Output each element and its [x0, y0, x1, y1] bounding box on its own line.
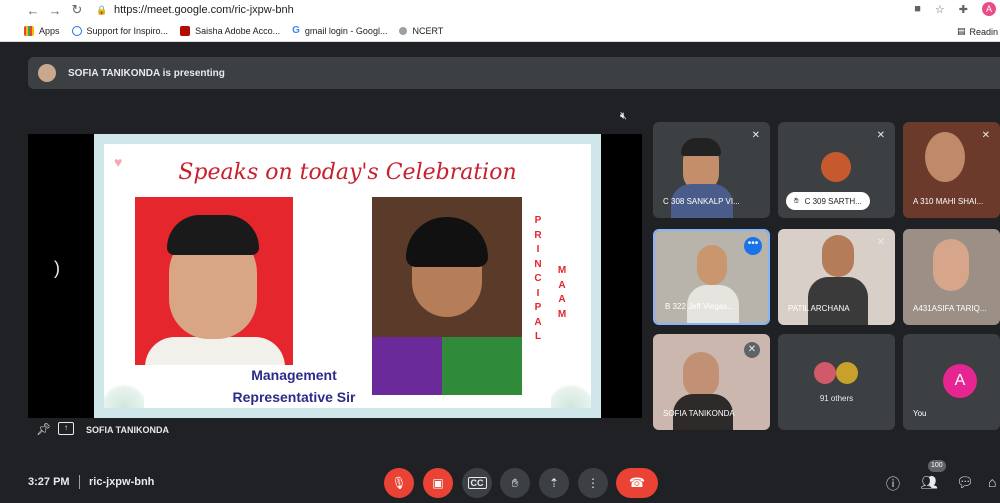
stage-handle: ) [54, 258, 60, 278]
captions-icon: CC [467, 477, 487, 489]
muted-mic-icon: ✕ [876, 130, 885, 141]
self-avatar: A [943, 364, 977, 398]
url-text: https://meet.google.com/ric-jxpw-bnh [114, 4, 294, 16]
slide-title: Speaks on today's Celebration [178, 160, 517, 185]
presenting-text: SOFIA TANIKONDA is presenting [68, 67, 225, 79]
muted-mic-icon: ✕ [751, 130, 760, 141]
adobe-icon [180, 25, 191, 36]
muted-mic-icon: ✕ [876, 237, 885, 248]
vertical-dots-icon: ⋮ [587, 476, 599, 490]
participant-name: C 308 SANKALP VI... [663, 197, 740, 206]
hand-icon: ✋︎ [794, 196, 799, 205]
presenter-label: SOFIA TANIKONDA [86, 425, 169, 435]
participant-tile[interactable]: ✕ PATIL ARCHANA [778, 229, 895, 325]
star-icon[interactable]: ☆ [935, 3, 945, 16]
google-g-icon: G [292, 25, 300, 36]
participant-avatar [814, 362, 836, 384]
pin-icon[interactable]: 📌︎ [36, 422, 51, 436]
browser-toolbar: ← → ↻ 🔒 https://meet.google.com/ric-jxpw… [0, 0, 1000, 20]
muted-mic-icon: ✕ [744, 342, 760, 358]
meeting-code: ric-jxpw-bnh [89, 476, 155, 488]
mic-off-button[interactable]: 🎙︎ [384, 468, 414, 498]
bookmarks-bar: Apps Support for Inspiro... Saisha Adobe… [0, 20, 1000, 42]
divider [79, 475, 80, 489]
muted-mic-icon: ✕ [981, 130, 990, 141]
leave-call-button[interactable]: ☎︎ [616, 468, 658, 498]
support-icon [71, 25, 82, 36]
self-name: You [913, 409, 927, 418]
meeting-time: 3:27 PM [28, 476, 70, 488]
back-arrow-icon[interactable]: ← [22, 3, 44, 18]
address-bar[interactable]: 🔒 https://meet.google.com/ric-jxpw-bnh [96, 1, 896, 19]
info-icon[interactable]: ⓘ [886, 474, 900, 494]
present-screen-icon[interactable]: ↑ [58, 422, 74, 435]
bookmark-adobe[interactable]: Saisha Adobe Acco... [180, 25, 280, 36]
presenting-banner: SOFIA TANIKONDA is presenting [28, 57, 1000, 89]
forward-arrow-icon[interactable]: → [44, 3, 66, 18]
others-count: 91 others [819, 394, 854, 403]
participant-tile[interactable]: ✕ ✋︎ C 309 SARTH... [778, 122, 895, 218]
activities-icon[interactable]: ⌂ [988, 474, 996, 490]
profile-avatar[interactable]: A [982, 2, 996, 16]
slide-caption: Management Representative Sir [232, 367, 356, 405]
camera-off-button[interactable]: ▣ [423, 468, 453, 498]
phone-hangup-icon: ☎︎ [628, 475, 646, 490]
raise-hand-button[interactable]: ✋︎ [500, 468, 530, 498]
participant-tile[interactable]: ✕ A 310 MAHI SHAI... [903, 122, 1000, 218]
extensions-icon[interactable]: ✚ [959, 3, 968, 16]
self-tile[interactable]: A You [903, 334, 1000, 430]
participant-avatar [836, 362, 858, 384]
decorative-leaf [551, 380, 591, 408]
bookmark-gmail[interactable]: G gmail login - Googl... [292, 25, 387, 36]
more-options-button[interactable]: ⋮ [578, 468, 608, 498]
people-count-badge: 100 [928, 460, 946, 472]
hand-icon: ✋︎ [511, 475, 519, 490]
people-icon[interactable]: 👥︎ [920, 474, 938, 491]
participant-tile[interactable]: ✕ C 308 SANKALP VI... [653, 122, 770, 218]
others-tile[interactable]: 91 others [778, 334, 895, 430]
participant-name: A431ASIFA TARIQ... [913, 304, 987, 313]
vertical-text-maam: MAAM [557, 265, 567, 320]
present-now-button[interactable]: ⇡ [539, 468, 569, 498]
reading-list[interactable]: ▤ Readin [957, 26, 998, 37]
bookmark-support[interactable]: Support for Inspiro... [71, 25, 168, 36]
participant-name: PATIL ARCHANA [788, 304, 850, 313]
participant-tile[interactable]: ✕ SOFIA TANIKONDA [653, 334, 770, 430]
camera-icon[interactable]: ■ [914, 3, 921, 15]
participant-tile-selected[interactable]: ••• B 322 Jeff Viegas... [653, 229, 770, 325]
presenter-avatar [38, 64, 56, 82]
more-options-icon[interactable]: ••• [744, 237, 762, 255]
reading-list-icon: ▤ [956, 26, 966, 36]
participant-name-pill: ✋︎ C 309 SARTH... [786, 192, 870, 210]
bookmark-apps[interactable]: Apps [24, 25, 60, 36]
globe-icon [399, 26, 408, 35]
participant-name: SOFIA TANIKONDA [663, 409, 735, 418]
bookmark-ncert[interactable]: NCERT [399, 26, 443, 36]
participant-avatar [821, 152, 851, 182]
present-icon: ⇡ [548, 476, 560, 490]
lock-icon: 🔒 [96, 5, 108, 15]
decorative-leaf [104, 380, 144, 408]
participant-name: A 310 MAHI SHAI... [913, 197, 984, 206]
principal-photo [372, 197, 522, 395]
reload-icon[interactable]: ↻ [66, 2, 88, 18]
shared-slide: ♥ Speaks on today's Celebration Manageme… [94, 134, 601, 418]
meeting-controls-bar: 3:27 PM ric-jxpw-bnh 🎙︎ ▣ CC ✋︎ ⇡ ⋮ ☎︎ ⓘ… [0, 458, 1000, 503]
management-photo [135, 197, 293, 365]
participant-tile[interactable]: A431ASIFA TARIQ... [903, 229, 1000, 325]
chat-icon[interactable]: 💬︎ [956, 474, 974, 491]
captions-button[interactable]: CC [462, 468, 492, 498]
presentation-stage: ) ♥ Speaks on today's Celebration Manage… [28, 134, 642, 418]
participant-name: B 322 Jeff Viegas... [665, 302, 735, 311]
muted-mic-icon: 🔇︎ [620, 110, 627, 122]
apps-grid-icon [24, 25, 34, 36]
vertical-text-principal: PRINCIPAL [534, 215, 542, 342]
